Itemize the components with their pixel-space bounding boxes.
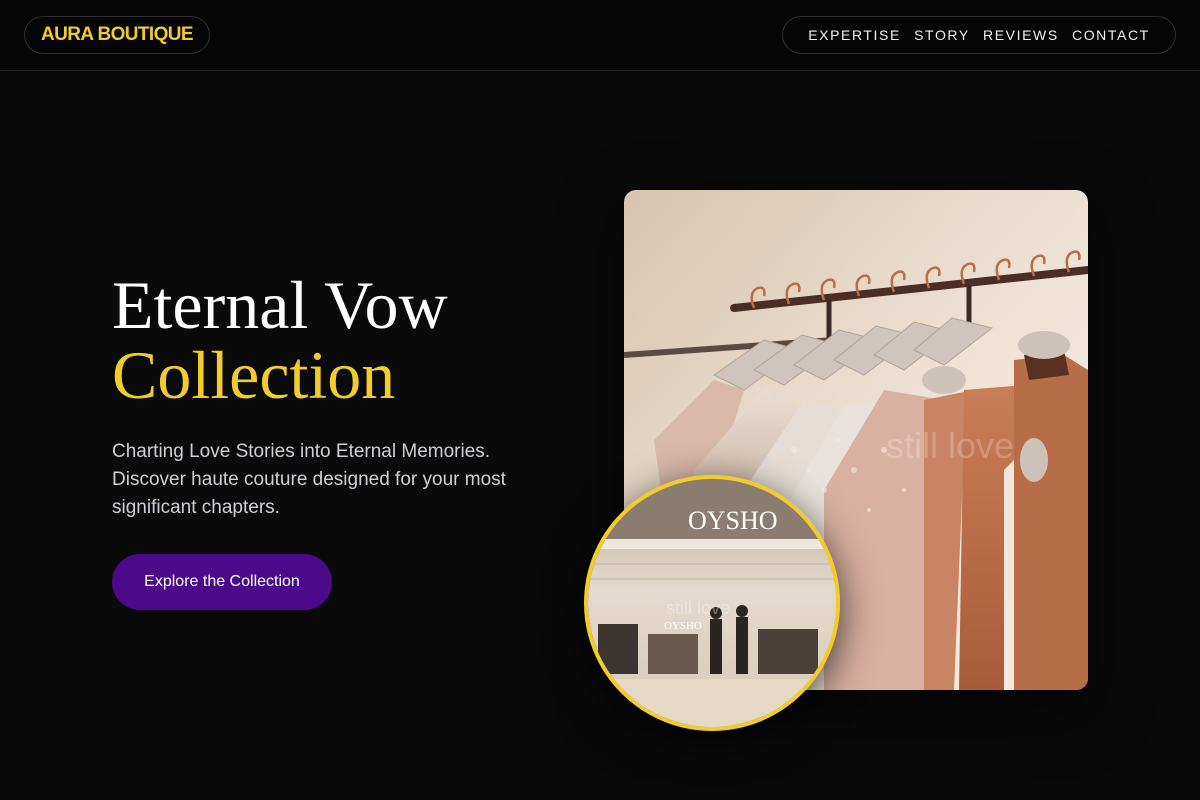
nav-menu: EXPERTISE STORY REVIEWS CONTACT xyxy=(782,16,1176,54)
nav-link-expertise[interactable]: EXPERTISE xyxy=(808,27,901,43)
store-photo: OYSHO OYSHO still love xyxy=(584,475,840,731)
hero-title: Eternal Vow Collection xyxy=(112,270,448,410)
brand-logo[interactable]: AURA BOUTIQUE xyxy=(24,16,210,54)
nav-link-reviews[interactable]: REVIEWS xyxy=(983,27,1059,43)
hero-title-line2: Collection xyxy=(112,337,396,413)
explore-collection-button[interactable]: Explore the Collection xyxy=(112,554,332,610)
store-photo-watermark: still love xyxy=(666,598,730,618)
navbar: AURA BOUTIQUE EXPERTISE STORY REVIEWS CO… xyxy=(0,0,1200,71)
nav-link-contact[interactable]: CONTACT xyxy=(1072,27,1150,43)
nav-link-story[interactable]: STORY xyxy=(914,27,970,43)
hero-title-line1: Eternal Vow xyxy=(112,267,448,343)
hero-subtitle: Charting Love Stories into Eternal Memor… xyxy=(112,441,506,518)
store-sign: OYSHO xyxy=(688,506,778,535)
store-inner-sign: OYSHO xyxy=(664,620,702,632)
main-photo-watermark: still love xyxy=(886,425,1014,466)
